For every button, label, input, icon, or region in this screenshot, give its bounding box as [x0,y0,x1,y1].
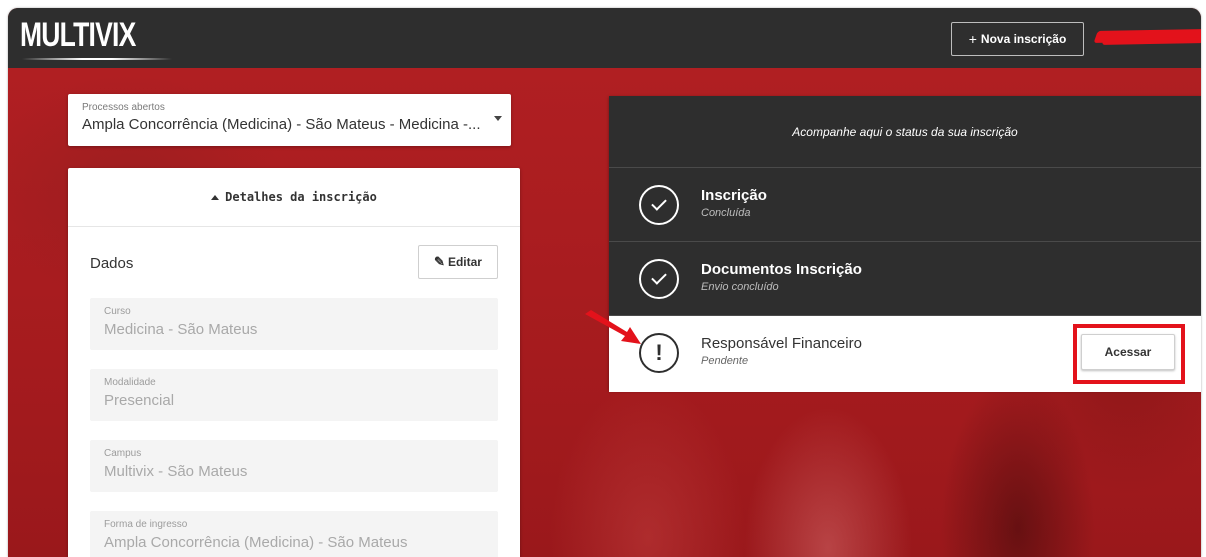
edit-button-label: Editar [447,255,482,269]
field-curso[interactable]: Curso Medicina - São Mateus [90,298,498,350]
step-status: Concluída [701,207,751,219]
field-campus[interactable]: Campus Multivix - São Mateus [90,440,498,492]
field-value: Presencial [104,392,175,409]
status-card: Acompanhe aqui o status da sua inscrição… [609,96,1201,392]
status-step-documentos: Documentos Inscrição Envio concluído [609,242,1201,316]
details-header-label: Detalhes da inscrição [225,190,377,204]
redaction-mark [1101,37,1201,45]
new-registration-button[interactable]: + Nova inscrição [951,22,1084,56]
edit-button[interactable]: ✎ Editar [418,245,498,279]
exclamation-icon: ! [655,340,663,365]
status-header: Acompanhe aqui o status da sua inscrição [609,96,1201,168]
details-card: Detalhes da inscrição Dados ✎ Editar Cur… [68,168,520,557]
plus-icon: + [968,31,977,47]
caret-down-icon [494,116,502,121]
details-toggle[interactable]: Detalhes da inscrição [68,168,520,227]
process-select-value: Ampla Concorrência (Medicina) - São Mate… [82,116,481,133]
field-value: Multivix - São Mateus [104,463,248,480]
step-title: Inscrição [701,187,767,204]
process-select-caption: Processos abertos [82,102,165,113]
check-circle-icon [639,259,679,299]
logo-underline [22,58,172,60]
annotation-arrow-icon [585,310,641,344]
dados-row: Dados ✎ Editar [68,227,520,293]
field-value: Ampla Concorrência (Medicina) - São Mate… [104,534,408,551]
exclamation-circle-icon: ! [639,333,679,373]
field-modalidade[interactable]: Modalidade Presencial [90,369,498,421]
top-bar: MULTIVIX + Nova inscrição [8,8,1201,68]
app-window: MULTIVIX + Nova inscrição Processos aber… [8,8,1201,557]
acessar-button[interactable]: Acessar [1081,334,1175,370]
status-step-responsavel-financeiro: ! Responsável Financeiro Pendente Acessa… [609,316,1201,392]
field-label: Curso [104,306,131,317]
field-value: Medicina - São Mateus [104,321,258,338]
step-title: Responsável Financeiro [701,335,862,352]
step-status: Pendente [701,355,749,367]
triangle-up-icon [211,194,220,200]
check-icon [651,269,667,285]
check-icon [651,195,667,211]
field-label: Forma de ingresso [104,519,188,530]
logo[interactable]: MULTIVIX [20,16,136,55]
new-registration-label: Nova inscrição [980,32,1067,46]
status-step-inscricao: Inscrição Concluída [609,168,1201,242]
process-select[interactable]: Processos abertos Ampla Concorrência (Me… [68,94,511,146]
field-label: Campus [104,448,142,459]
pencil-icon: ✎ [434,254,445,269]
field-label: Modalidade [104,377,156,388]
section-title: Dados [90,255,134,272]
step-title: Documentos Inscrição [701,261,862,278]
step-status: Envio concluído [701,281,779,293]
field-forma-ingresso[interactable]: Forma de ingresso Ampla Concorrência (Me… [90,511,498,557]
check-circle-icon [639,185,679,225]
